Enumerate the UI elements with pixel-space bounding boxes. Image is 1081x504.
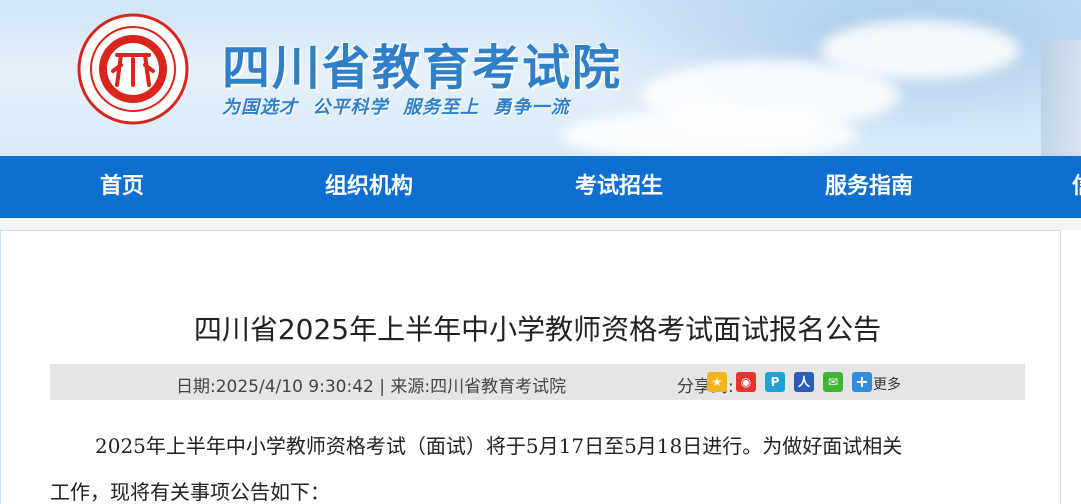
nav-item-exams[interactable]: 考试招生	[575, 156, 663, 218]
nav-item-organization[interactable]: 组织机构	[325, 156, 413, 218]
nav-item-service-guide[interactable]: 服务指南	[825, 156, 913, 218]
site-title: 四川省教育考试院	[222, 40, 623, 96]
cloud-decoration	[820, 20, 1020, 80]
weibo-icon[interactable]: ◉	[736, 372, 756, 392]
article-meta: 日期:2025/4/10 9:30:42 | 来源:四川省教育考试院	[176, 377, 567, 397]
share-more-link[interactable]: 更多	[873, 374, 901, 394]
nav-item-home[interactable]: 首页	[100, 156, 144, 218]
cloud-decoration	[560, 110, 860, 156]
nav-item-info[interactable]: 信	[1072, 156, 1081, 218]
article-title: 四川省2025年上半年中小学教师资格考试面试报名公告	[193, 313, 882, 346]
building-decoration	[1041, 40, 1081, 156]
qzone-icon[interactable]: ★	[707, 372, 727, 392]
wechat-icon[interactable]: ✉	[823, 372, 843, 392]
institute-logo[interactable]	[77, 13, 189, 125]
site-slogan: 为国选才 公平科学 服务至上 勇争一流	[222, 97, 570, 118]
main-nav: 首页 组织机构 考试招生 服务指南 信	[0, 156, 1081, 218]
more-share-icon[interactable]: +	[852, 372, 872, 392]
tencent-weibo-icon[interactable]: P	[765, 372, 785, 392]
article-meta-bar: 日期:2025/4/10 9:30:42 | 来源:四川省教育考试院 分享到: …	[50, 364, 1025, 400]
article-paragraph-line-1: 2025年上半年中小学教师资格考试（面试）将于5月17日至5月18日进行。为做好…	[95, 434, 903, 458]
site-header: 四川省教育考试院 为国选才 公平科学 服务至上 勇争一流	[0, 0, 1081, 156]
article-paragraph-line-2: 工作，现将有关事项公告如下：	[50, 480, 330, 504]
renren-icon[interactable]: 人	[794, 372, 814, 392]
nav-separator	[0, 218, 1081, 230]
